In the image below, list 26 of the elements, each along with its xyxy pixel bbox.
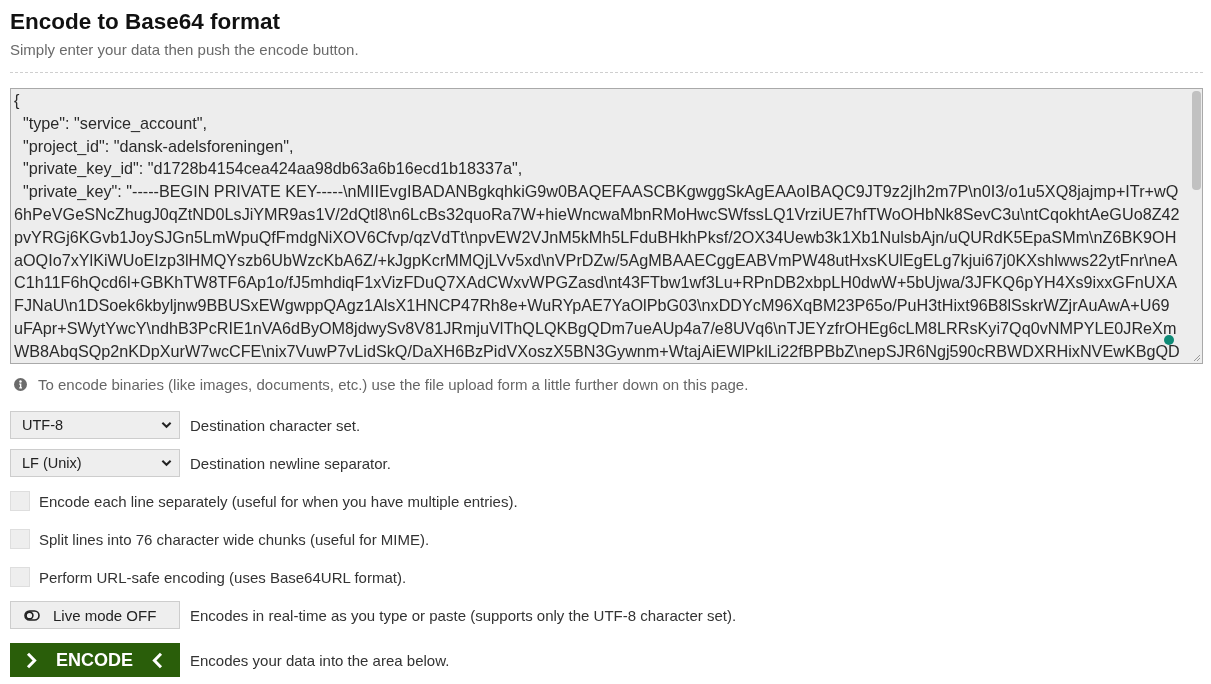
chevron-right-icon <box>26 651 37 669</box>
option-description: Encodes your data into the area below. <box>190 651 450 669</box>
option-description: Encodes in real-time as you type or paste (supports only the UTF-8 character set). <box>190 606 737 624</box>
scrollbar-thumb[interactable] <box>1192 91 1201 190</box>
live-mode-button[interactable]: Live mode OFF <box>10 601 180 629</box>
resize-grip-icon[interactable] <box>1193 354 1201 362</box>
dot-icon[interactable] <box>1164 335 1174 345</box>
data-input-field[interactable]: { "type": "service_account", "project_id": "dansk-adelsforeningen", "private_key_id": "d1728b4154cea424aa98db63a6b16ecd1b18337a", "private_key": "-----BEGIN PRIVATE KEY-----\nMIIEvgIBADANBgkqhkiG9w0BAQEFAASCBKgwggSkAgEAAoIBAQC9JT9z2jIh2m7P\n0I3/o1u5XQ8jajmp+ITr+wQ 6hPeVGeSNcZhugJ0qZtND0LsJiYMR9as1V/2dQtl8\n6LcBs32quoRa7W+hieWncwaMbnRMoHwcSWfssLQ1VrziUE7hfTWoOHbNk8SevC3u\ntCqokhtAeGUo8Z42 pvYRGj6KGvb1JoySJGn5LmWpuQfFmdgNiXOV6Cfvp/qzVdTt\npvEW2VJnM5kMh5LFduBHkhPksf/2OX34Uewb3k1Xb1NulsbAjn/uQURdK5EpaSMm\nZ6BK9OH aOQIo7xYlKiWUoEIzp3lHMQYszb6UbWzcKbA6Z/+kJgpKcrMMQjLVv5xd\nVPrDZw/5AgMBAAECggEABVmPW48utHxsKUlEgELg7kjui67j0KXshlwws22ytFnr\neA C1h11F6hQcd6l+GBKhTW8TF6Ap1o/fJ5mhdiqF1xVizFDuQ7XAdCWxvWPGZasd\nt43FTbw1wf3Lu+RPnDB2xbpLH0dwW+5bUjwa/3JFKQ6pYH4Xs9ixxGFnUXA FJNaU\n1DSoek6kbyljnw9BBUSxEWgwppQAgz1AlsX1HNCP47Rh8e+WuRYpAE7YaOlPbG03\nxDDYcM96XqBM23P65o/PuH3tHixt96B8lSskrWZjrAuAwA+U69 uFApr+SWytYwcY\ndhB3PcRIE1nVA6dByOM8jdwySv8V81JRmjuVlThQLQKBgQDm7ueAUp4a7/e8UVq6\nTJEYzfrOHEg6cLM8LRRsKyi7Qq0vNMPYLE0JReXm WB8AbqSQp2nKDpXurW7wcCFE\nix7VuwP7vLidSkQ/DaXH6BzPidVXoszX5BN3Gywnm+WtajAiEWlPklLi22fBPBbZ\nepSJR6Ngj590cRBWDXRHixNVEwKBgQD <box>10 88 1203 364</box>
checkbox[interactable] <box>10 529 30 549</box>
checkbox-label: Encode each line separately (useful for when you have multiple entries). <box>39 492 518 510</box>
option-description: Destination character set. <box>190 416 361 434</box>
encode-button[interactable]: ENCODE <box>10 643 180 677</box>
option-description: Destination newline separator. <box>190 454 391 472</box>
dropdown[interactable]: UTF-8 <box>10 411 180 439</box>
info-icon <box>14 377 27 391</box>
page-subtitle: Simply enter your data then push the encode button. <box>10 41 360 59</box>
dropdown[interactable]: LF (Unix) <box>10 449 180 477</box>
checkbox-label: Perform URL-safe encoding (uses Base64URL format). <box>39 568 407 586</box>
chevron-left-icon <box>152 651 163 669</box>
page-title: Encode to Base64 format <box>10 8 282 35</box>
checkbox[interactable] <box>10 491 30 511</box>
checkbox-label: Split lines into 76 character wide chunks (useful for MIME). <box>39 530 430 548</box>
checkbox[interactable] <box>10 567 30 587</box>
chevron-down-icon <box>161 459 172 467</box>
info-note: To encode binaries (like images, documents, etc.) use the file upload form a little further down on this page. <box>38 375 749 393</box>
chevron-down-icon <box>161 421 172 429</box>
